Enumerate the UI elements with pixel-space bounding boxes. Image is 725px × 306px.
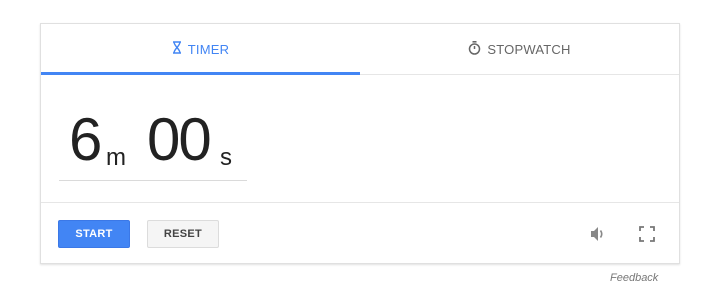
- tab-stopwatch[interactable]: STOPWATCH: [360, 24, 679, 74]
- control-bar: START RESET: [41, 202, 679, 265]
- fullscreen-icon[interactable]: [637, 224, 657, 244]
- start-button[interactable]: START: [58, 220, 130, 248]
- minutes-unit: m: [106, 144, 126, 171]
- volume-icon[interactable]: [588, 224, 608, 244]
- tab-timer-label: TIMER: [187, 41, 230, 57]
- tab-timer[interactable]: TIMER: [41, 24, 360, 75]
- tab-bar: TIMER STOPWATCH: [41, 24, 679, 75]
- hourglass-icon: [172, 41, 188, 57]
- minutes-value: 6: [69, 106, 102, 173]
- reset-button[interactable]: RESET: [147, 220, 219, 248]
- seconds-value: 00: [147, 106, 212, 173]
- time-display: 6 m 00 s: [59, 104, 247, 181]
- timer-widget: TIMER STOPWATCH 6 m 00 s START RESET: [40, 23, 680, 264]
- feedback-link[interactable]: Feedback: [610, 272, 658, 284]
- tab-stopwatch-label: STOPWATCH: [487, 41, 571, 57]
- stopwatch-icon: [468, 40, 487, 58]
- seconds-unit: s: [220, 144, 232, 171]
